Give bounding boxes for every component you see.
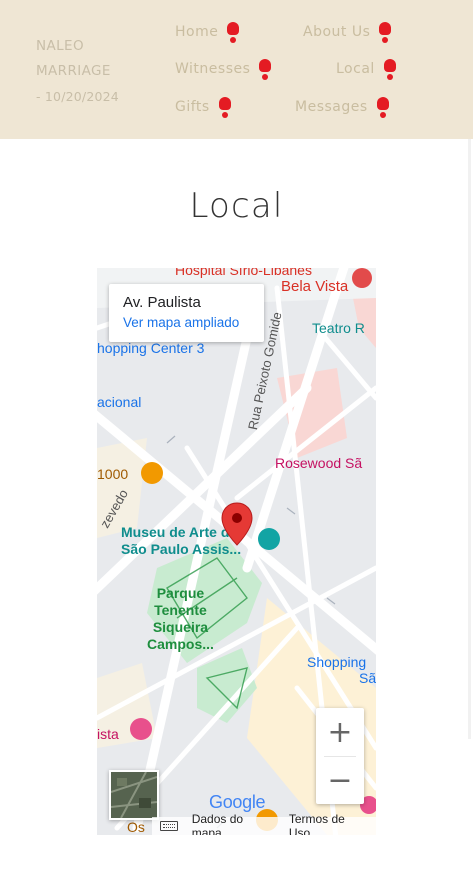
map-label-os: Os bbox=[127, 819, 145, 835]
page-scrollbar[interactable] bbox=[468, 139, 471, 739]
zoom-out-button[interactable]: − bbox=[316, 756, 364, 804]
place-title: Av. Paulista bbox=[123, 294, 201, 311]
google-logo: Google bbox=[209, 792, 266, 813]
nav-home-label: Home bbox=[175, 24, 219, 40]
nav-local-label: Local bbox=[336, 61, 375, 77]
exclamation-heart-icon bbox=[218, 96, 232, 118]
map-label-1000: 1000 bbox=[97, 466, 129, 482]
nav-gifts[interactable]: Gifts bbox=[175, 96, 232, 118]
exclamation-heart-icon bbox=[383, 58, 397, 80]
terms-of-use-link[interactable]: Termos de Uso bbox=[289, 812, 368, 835]
embedded-map[interactable]: Hospital Sírio-Libanês Bela Vista Teatro… bbox=[97, 268, 376, 835]
map-label-rosewood: Rosewood Sã bbox=[275, 455, 363, 471]
nav-about-us-label: About Us bbox=[303, 24, 371, 40]
map-label-nacional: acional bbox=[97, 394, 142, 410]
exclamation-heart-icon bbox=[226, 21, 240, 43]
place-info-card: Av. Paulista Ver mapa ampliado bbox=[109, 284, 264, 342]
brand-line-1: NALEO bbox=[36, 38, 85, 54]
map-attribution-bar: Dados do mapa Termos de Uso bbox=[152, 812, 376, 835]
exclamation-heart-icon bbox=[258, 58, 272, 80]
map-label-vista: ista bbox=[97, 726, 119, 742]
nav-witnesses[interactable]: Witnesses bbox=[175, 58, 272, 80]
map-data-link[interactable]: Dados do mapa bbox=[192, 812, 275, 835]
map-label-museu-1: Museu de Arte de bbox=[121, 524, 238, 540]
map-label-hospital: Hospital Sírio-Libanês bbox=[175, 268, 312, 278]
view-larger-map-link[interactable]: Ver mapa ampliado bbox=[123, 315, 250, 330]
nav-about-us[interactable]: About Us bbox=[303, 21, 392, 43]
nav-messages-label: Messages bbox=[295, 99, 368, 115]
nav-local[interactable]: Local bbox=[336, 58, 397, 80]
nav-witnesses-label: Witnesses bbox=[175, 61, 251, 77]
map-label-bela-vista: Bela Vista bbox=[281, 278, 349, 295]
exclamation-heart-icon bbox=[376, 96, 390, 118]
map-label-teatro: Teatro R bbox=[312, 320, 365, 336]
brand-date: - 10/20/2024 bbox=[36, 89, 119, 104]
page-title: Local bbox=[189, 186, 284, 226]
zoom-in-button[interactable]: + bbox=[316, 708, 364, 756]
map-label-shopping-center: hopping Center 3 bbox=[97, 340, 205, 356]
keyboard-icon[interactable] bbox=[160, 821, 178, 831]
nav-home[interactable]: Home bbox=[175, 21, 240, 43]
zoom-controls: + − bbox=[316, 708, 364, 804]
map-label-shopping-2a: Shopping bbox=[307, 654, 367, 670]
satellite-toggle-button[interactable] bbox=[109, 770, 159, 820]
exclamation-heart-icon bbox=[378, 21, 392, 43]
zoom-divider bbox=[324, 756, 356, 757]
satellite-thumbnail-icon bbox=[111, 772, 157, 818]
site-brand[interactable]: NALEO MARRIAGE - 10/20/2024 bbox=[36, 34, 119, 109]
map-label-parque: Parque Tenente Siqueira Campos... bbox=[147, 585, 214, 652]
location-pin-icon[interactable] bbox=[221, 502, 253, 546]
google-logo-text: Google bbox=[209, 792, 266, 812]
site-header: NALEO MARRIAGE - 10/20/2024 Home About U… bbox=[0, 0, 473, 139]
nav-messages[interactable]: Messages bbox=[295, 96, 390, 118]
map-label-shopping-2b: Sã bbox=[359, 670, 376, 686]
nav-gifts-label: Gifts bbox=[175, 99, 210, 115]
brand-line-2: MARRIAGE bbox=[36, 63, 111, 79]
